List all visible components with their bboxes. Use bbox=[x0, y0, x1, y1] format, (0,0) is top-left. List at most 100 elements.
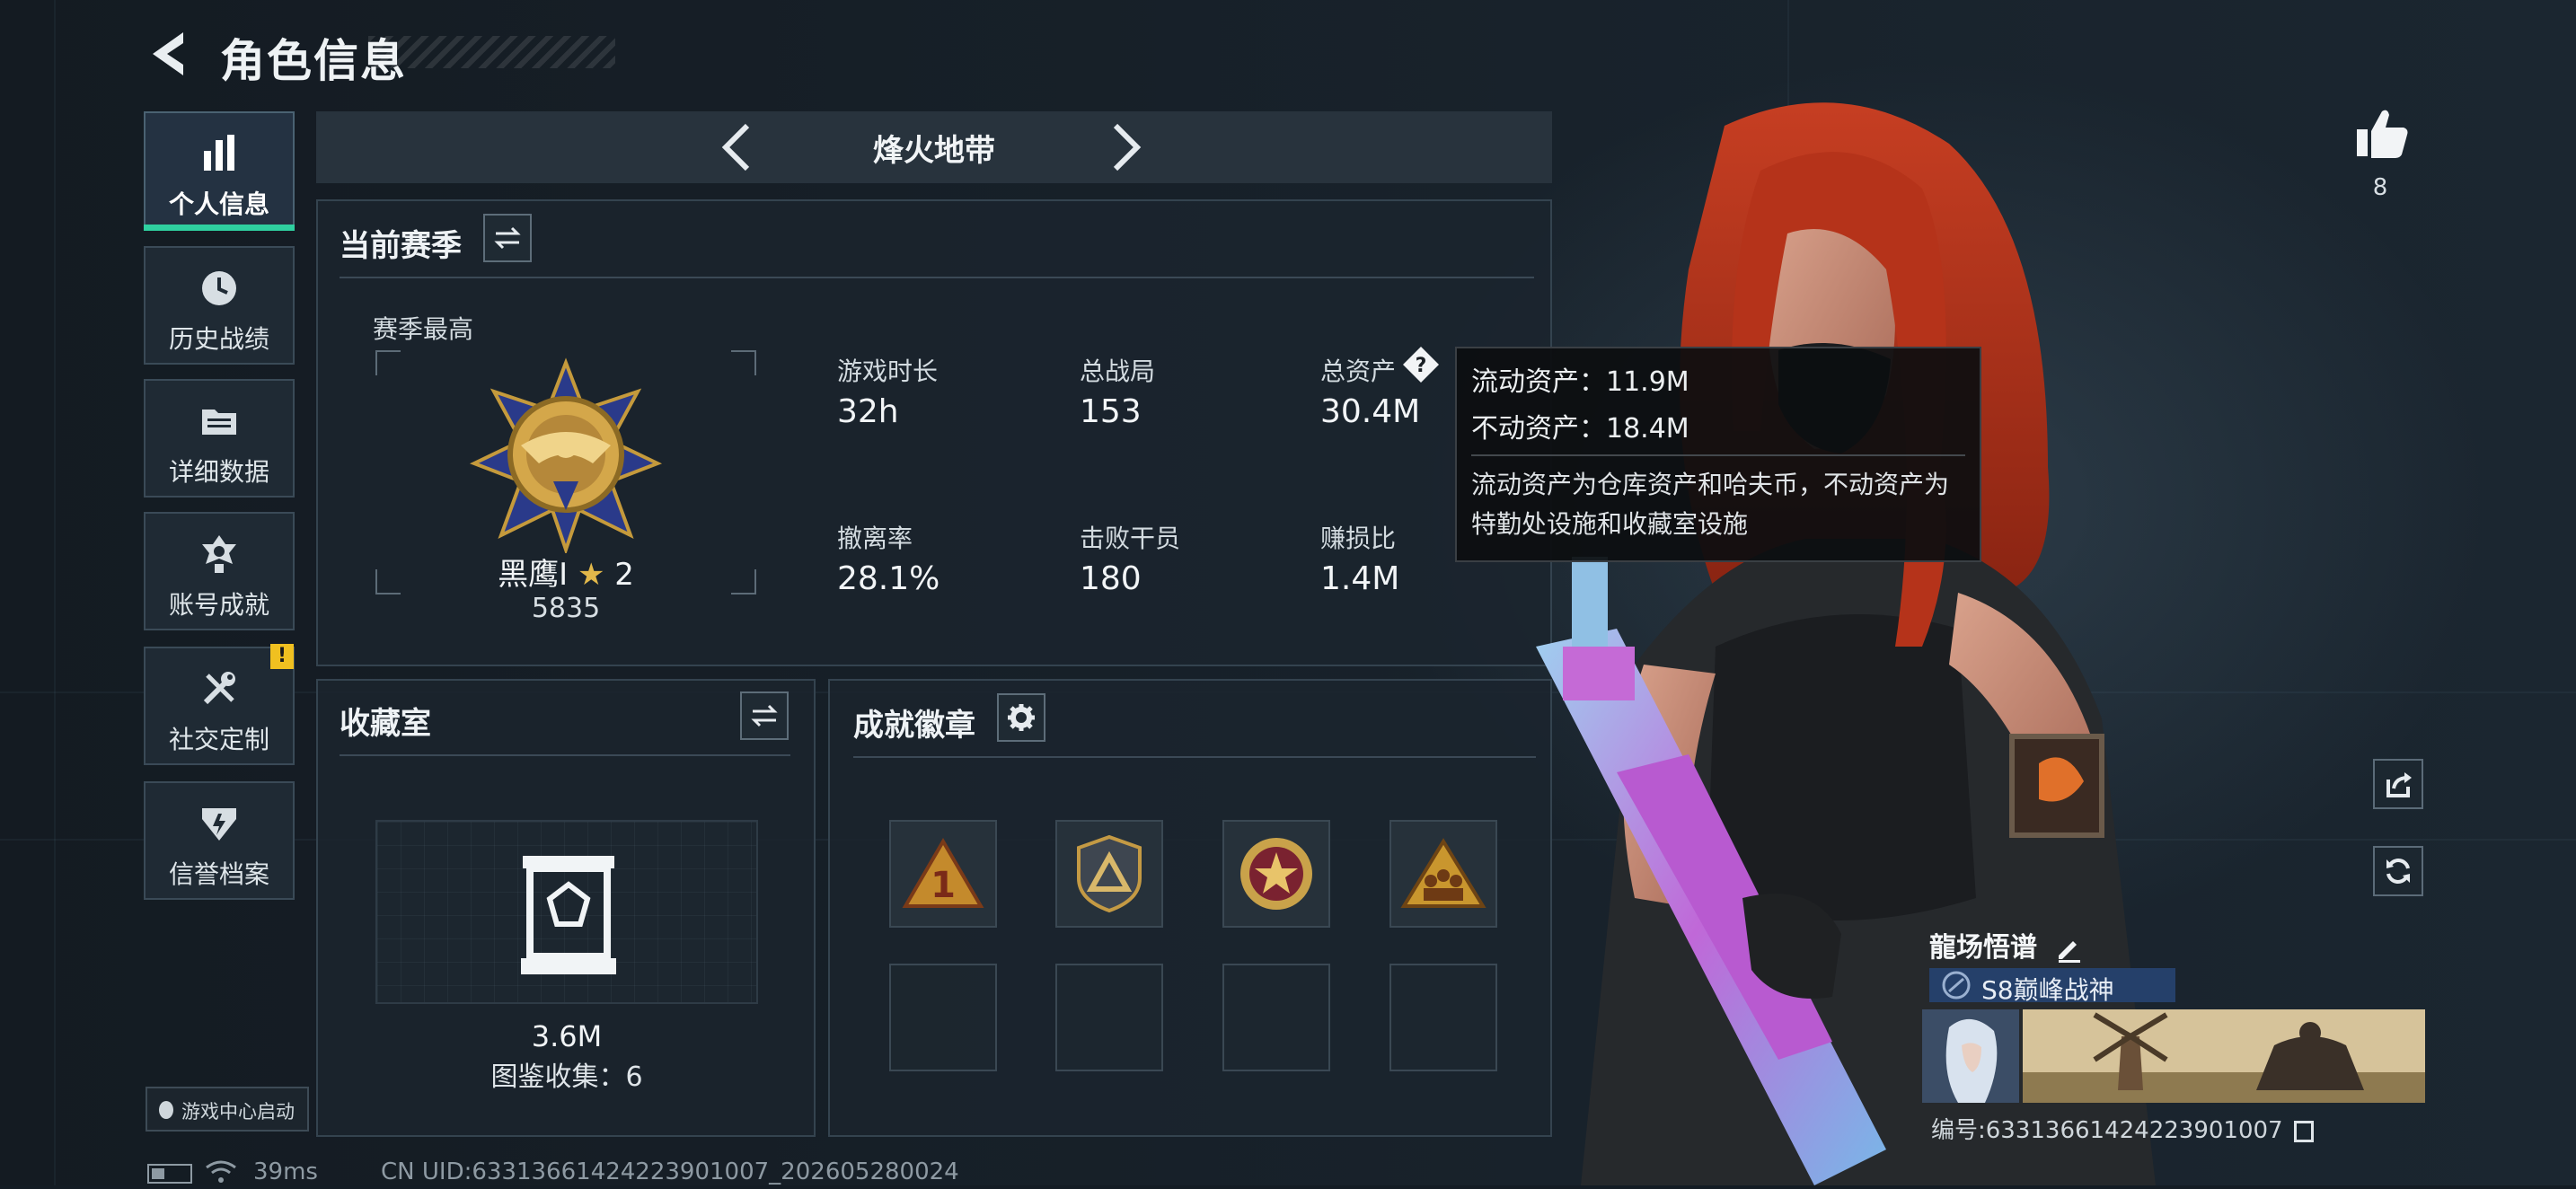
svg-text:1: 1 bbox=[931, 865, 956, 906]
nav-item-credit-record[interactable]: 信誉档案 bbox=[144, 781, 295, 900]
nav-item-personal-info[interactable]: 个人信息 bbox=[144, 111, 295, 230]
player-name-row: 龍场悟谱 bbox=[1929, 925, 2082, 964]
collection-value: 3.6M bbox=[531, 1019, 603, 1053]
history-icon bbox=[146, 268, 293, 309]
back-arrow-icon bbox=[153, 32, 183, 75]
display-case-icon bbox=[521, 856, 616, 974]
star-wreath-badge-icon bbox=[1240, 838, 1312, 910]
triangle-shield-badge-icon bbox=[1077, 834, 1142, 913]
tooltip-description: 流动资产为仓库资产和哈夫币，不动资产为特勤处设施和收藏室设施 bbox=[1471, 470, 1950, 539]
rank-score: 5835 bbox=[531, 593, 601, 624]
rank-name-row: 黑鹰I ★ 2 bbox=[377, 550, 754, 594]
back-button[interactable] bbox=[144, 27, 198, 81]
like-button[interactable] bbox=[2353, 104, 2411, 162]
stat-value: 30.4M bbox=[1320, 393, 1421, 430]
title-badge: S8巅峰战神 bbox=[1929, 968, 2175, 1005]
stat-value: 180 bbox=[1080, 560, 1142, 597]
collection-preview[interactable] bbox=[375, 820, 758, 1004]
liquid-assets: 流动资产：11.9M bbox=[1471, 366, 1689, 398]
fixed-assets: 不动资产：18.4M bbox=[1471, 413, 1689, 445]
warning-badge: ! bbox=[270, 644, 294, 669]
nav-label: 信誉档案 bbox=[168, 859, 269, 889]
battery-icon bbox=[147, 1164, 192, 1184]
divider bbox=[340, 277, 1534, 278]
title-badge-label: S8巅峰战神 bbox=[1981, 975, 2114, 1005]
empty-badge-slot[interactable] bbox=[1055, 964, 1163, 1071]
share-button[interactable] bbox=[2373, 759, 2423, 809]
achievement-badge[interactable] bbox=[1055, 820, 1163, 928]
stat-label: 击败干员 bbox=[1080, 524, 1181, 553]
like-count: 8 bbox=[2372, 174, 2388, 201]
medal-icon bbox=[146, 533, 293, 575]
nav-item-account-achievements[interactable]: 账号成就 bbox=[144, 512, 295, 630]
rank-emblem-icon bbox=[467, 356, 665, 556]
uid-label: CN UID:6331366142422390100​7_20260528002… bbox=[381, 1158, 959, 1185]
collection-title: 收藏室 bbox=[340, 706, 431, 742]
stat-label: 游戏时长 bbox=[837, 357, 939, 386]
nav-label: 详细数据 bbox=[168, 457, 269, 487]
achievement-badge[interactable]: 1 bbox=[889, 820, 997, 928]
next-mode-button[interactable] bbox=[1098, 120, 1151, 174]
credit-icon bbox=[146, 803, 293, 844]
stat-value: 28.1% bbox=[837, 560, 940, 597]
tools-icon bbox=[146, 668, 293, 709]
ping-value: 39ms bbox=[253, 1158, 318, 1185]
star-icon: ★ bbox=[577, 557, 605, 593]
player-name: 龍场悟谱 bbox=[1929, 932, 2037, 964]
copy-icon[interactable] bbox=[2293, 1120, 2314, 1142]
empty-badge-slot[interactable] bbox=[1222, 964, 1330, 1071]
switch-collection-button[interactable] bbox=[740, 691, 789, 740]
wifi-icon bbox=[205, 1158, 237, 1185]
rank-1-badge-icon: 1 bbox=[902, 838, 984, 908]
achievement-settings-button[interactable] bbox=[997, 693, 1045, 742]
folder-icon bbox=[146, 401, 293, 442]
switch-season-button[interactable] bbox=[483, 214, 532, 262]
title-decoration bbox=[368, 36, 615, 68]
player-id-row: 编号:6331366142422390100​7 bbox=[1931, 1112, 2314, 1145]
nav-label: 账号成就 bbox=[168, 590, 269, 620]
swap-icon bbox=[494, 226, 521, 250]
collection-count: 图鉴收集：6 bbox=[490, 1061, 643, 1093]
season-title: 当前赛季 bbox=[340, 228, 462, 264]
empty-badge-slot[interactable] bbox=[889, 964, 997, 1071]
nav-label: 社交定制 bbox=[168, 725, 269, 754]
swap-icon bbox=[751, 704, 778, 727]
stat-label: 总战局 bbox=[1080, 357, 1156, 386]
thumbs-up-icon bbox=[2357, 110, 2408, 158]
achievements-title: 成就徽章 bbox=[853, 708, 975, 744]
player-avatar[interactable] bbox=[1922, 1009, 2019, 1103]
refresh-icon bbox=[2386, 859, 2410, 884]
player-id: 编号:6331366142422390100​7 bbox=[1931, 1117, 2283, 1144]
chevron-right-icon bbox=[1113, 123, 1142, 172]
stat-label: 赚损比 bbox=[1320, 524, 1397, 553]
achievement-badge[interactable] bbox=[1222, 820, 1330, 928]
rank-stars: 2 bbox=[614, 557, 634, 593]
assets-tooltip: 流动资产：11.9M 不动资产：18.4M 流动资产为仓库资产和哈夫币，不动资产… bbox=[1455, 347, 1981, 562]
grid-line bbox=[54, 0, 56, 1185]
qq-penguin-icon bbox=[159, 1101, 173, 1119]
mode-title: 烽火地带 bbox=[873, 133, 995, 169]
mode-selector: 烽火地带 bbox=[316, 111, 1552, 183]
stat-value: 153 bbox=[1080, 393, 1142, 430]
stat-value: 32h bbox=[837, 393, 899, 430]
share-icon bbox=[2386, 772, 2412, 797]
rank-name: 黑鹰I bbox=[498, 557, 569, 593]
edit-icon[interactable] bbox=[2055, 936, 2082, 963]
game-center-button[interactable]: 游戏中心启动 bbox=[146, 1087, 309, 1132]
nav-item-detailed-data[interactable]: 详细数据 bbox=[144, 379, 295, 498]
gear-icon bbox=[1008, 704, 1035, 731]
tooltip-divider bbox=[1471, 454, 1965, 456]
bar-chart-icon bbox=[146, 133, 293, 174]
stat-label: 总资产 bbox=[1320, 357, 1397, 386]
game-center-label: 游戏中心启动 bbox=[181, 1101, 295, 1123]
refresh-button[interactable] bbox=[2373, 846, 2423, 896]
nav-item-history[interactable]: 历史战绩 bbox=[144, 246, 295, 365]
stat-value: 1.4M bbox=[1320, 560, 1400, 597]
player-banner[interactable] bbox=[2023, 1009, 2425, 1103]
nav-label: 历史战绩 bbox=[168, 324, 269, 354]
divider bbox=[340, 754, 790, 756]
title-emblem-icon bbox=[1942, 971, 1971, 1000]
nav-label: 个人信息 bbox=[168, 189, 269, 219]
nav-active-indicator bbox=[144, 225, 295, 231]
season-best-label: 赛季最高 bbox=[373, 314, 474, 344]
